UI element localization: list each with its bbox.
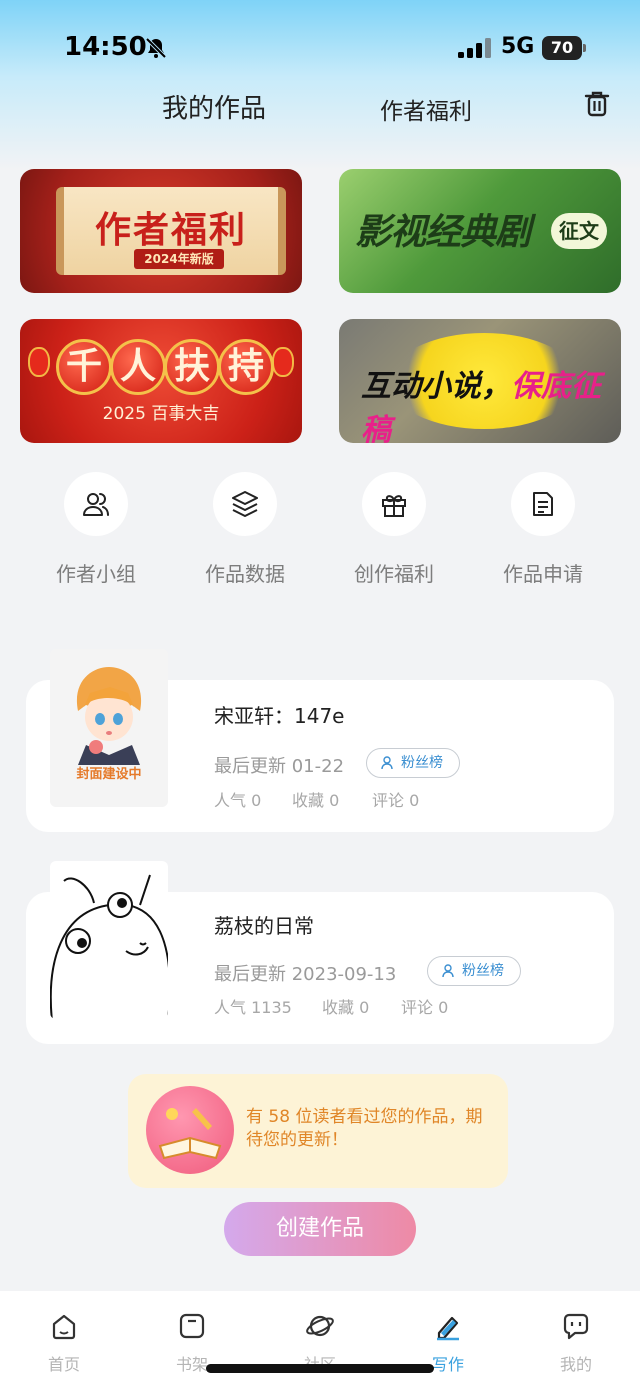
network-type: 5G (501, 34, 535, 59)
action-label: 作品申请 (503, 562, 583, 586)
work-comments: 评论 0 (401, 998, 449, 1017)
banner-title: 互动小说，保底征稿 (361, 369, 601, 443)
user-icon (442, 964, 454, 978)
fans-rank-button[interactable]: 粉丝榜 (366, 748, 460, 778)
trash-icon[interactable] (582, 88, 612, 118)
action-work-data[interactable]: 作品数据 (175, 470, 315, 590)
group-icon (83, 493, 109, 516)
action-label: 作品数据 (205, 562, 285, 586)
readers-notice: 有 58 位读者看过您的作品，期待您的更新！ (128, 1074, 508, 1188)
banner-char: 扶 (164, 339, 220, 395)
book-icon (146, 1086, 234, 1174)
work-update-date: 最后更新 01-22 (214, 756, 345, 777)
work-comments: 评论 0 (372, 791, 420, 810)
planet-icon (306, 1315, 334, 1337)
nav-label: 我的 (559, 1355, 592, 1374)
document-icon (533, 492, 553, 516)
banner-interactive-novel[interactable]: 互动小说，保底征稿 (339, 319, 621, 443)
signal-icon (458, 38, 491, 58)
status-bar: 14:50 5G 70 (0, 0, 640, 90)
bookshelf-icon (179, 1313, 205, 1339)
work-favorites: 收藏 0 (292, 791, 340, 810)
gift-icon (382, 495, 406, 517)
doodle-creature-cover-art (50, 874, 168, 1019)
banner-char: 人 (110, 339, 166, 395)
banner-subtitle: 2025 百事大吉 (102, 404, 220, 424)
battery-level: 70 (542, 36, 582, 60)
lantern-icon (28, 347, 50, 377)
work-title[interactable]: 宋亚轩：147e (214, 700, 344, 729)
work-cover[interactable] (50, 861, 168, 1019)
work-update-date: 最后更新 2023-09-13 (214, 964, 397, 985)
cover-placeholder-text: 封面建设中 (76, 767, 142, 782)
battery-icon: 70 (542, 36, 586, 60)
fans-rank-label: 粉丝榜 (401, 755, 443, 771)
banner-char: 持 (218, 339, 274, 395)
tab-my-works[interactable]: 我的作品 (162, 88, 266, 125)
work-cover[interactable]: 封面建设中 (50, 649, 168, 807)
pen-icon (437, 1316, 459, 1341)
banner-title: 作者福利 (94, 210, 247, 251)
home-icon (52, 1314, 76, 1340)
banner-scroll-graphic: 作者福利 2024年新版 (56, 187, 286, 275)
banner-author-welfare[interactable]: 作者福利 2024年新版 (20, 169, 302, 293)
work-popularity: 人气 1135 (214, 998, 292, 1017)
action-label: 创作福利 (354, 562, 434, 586)
anime-girl-cover-art (76, 667, 142, 765)
action-author-group[interactable]: 作者小组 (26, 470, 166, 590)
status-time: 14:50 (64, 32, 147, 62)
work-favorites: 收藏 0 (322, 998, 370, 1017)
banner-thousand-support[interactable]: 千 人 扶 持 2025 百事大吉 (20, 319, 302, 443)
work-title[interactable]: 荔枝的日常 (214, 910, 314, 939)
nav-label: 首页 (47, 1355, 80, 1374)
banner-subtitle: 2024年新版 (134, 249, 224, 269)
lantern-icon (272, 347, 294, 377)
home-indicator[interactable] (206, 1364, 434, 1373)
layers-icon (232, 491, 258, 517)
bell-muted-icon (145, 37, 167, 59)
banner-badge: 征文 (551, 213, 607, 249)
nav-item-home[interactable]: 首页 (14, 1311, 114, 1381)
banner-char: 千 (56, 339, 112, 395)
action-creation-welfare[interactable]: 创作福利 (324, 470, 464, 590)
create-work-button[interactable]: 创建作品 (224, 1202, 416, 1256)
notice-text: 有 58 位读者看过您的作品，期待您的更新！ (246, 1107, 483, 1150)
work-popularity: 人气 0 (214, 791, 262, 810)
user-icon (381, 756, 393, 770)
fans-rank-button[interactable]: 粉丝榜 (427, 956, 521, 986)
action-label: 作者小组 (56, 562, 136, 586)
tab-author-welfare[interactable]: 作者福利 (380, 92, 472, 126)
banner-film-classics[interactable]: 影视经典剧 征文 (339, 169, 621, 293)
nav-item-mine[interactable]: 我的 (526, 1311, 626, 1381)
fans-rank-label: 粉丝榜 (462, 963, 504, 979)
chat-icon (563, 1313, 589, 1340)
action-work-application[interactable]: 作品申请 (473, 470, 613, 590)
banner-title: 影视经典剧 (355, 211, 531, 253)
